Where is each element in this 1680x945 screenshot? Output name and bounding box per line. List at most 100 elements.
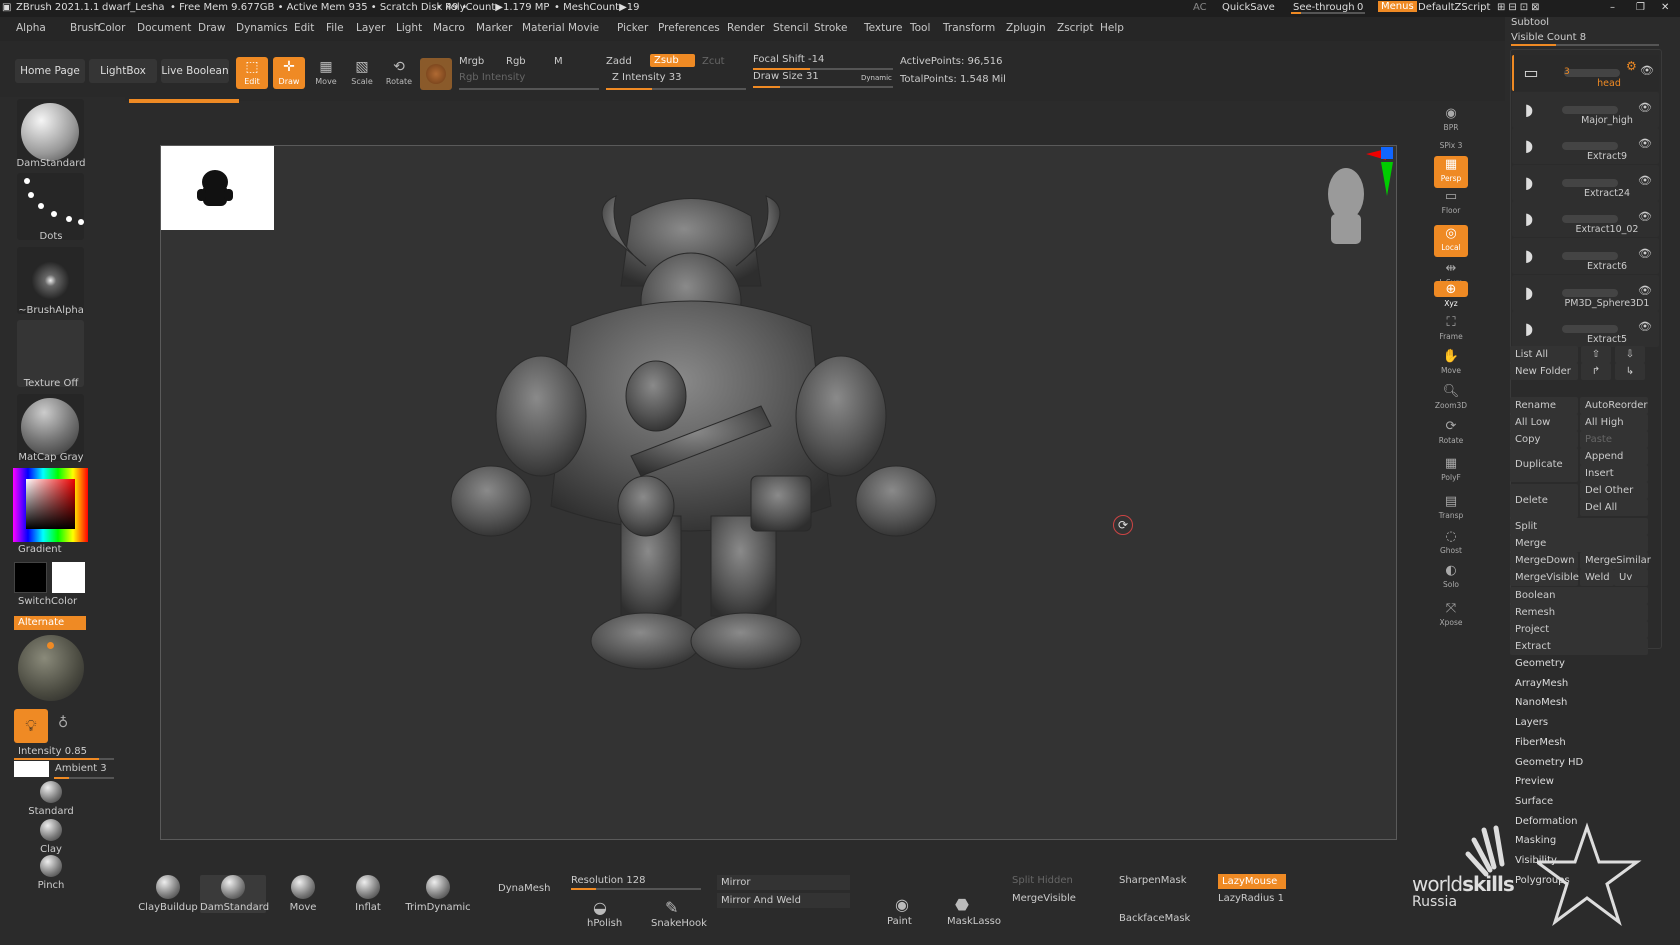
gear-icon[interactable]: ⚙	[1626, 59, 1637, 73]
shelf-frame[interactable]: ⛶ Frame	[1434, 314, 1468, 346]
focal-shift-slider[interactable]	[753, 68, 893, 70]
mergesimilar-button[interactable]: MergeSimilar	[1580, 552, 1651, 569]
draw-size-slider[interactable]	[753, 86, 893, 88]
light-pin-icon[interactable]: ♁	[58, 715, 68, 731]
eye-icon[interactable]: 👁︎	[1638, 174, 1652, 187]
material-color-icon[interactable]	[420, 58, 452, 90]
brush-pinch[interactable]: Pinch	[14, 855, 88, 891]
brush-clay[interactable]: Clay	[14, 819, 88, 855]
brush-standard[interactable]: Standard	[14, 781, 88, 817]
stroke-selector[interactable]	[17, 173, 84, 240]
secondary-color-swatch[interactable]	[14, 562, 47, 593]
light-bulb-icon[interactable]: 💡︎	[14, 709, 48, 743]
menu-preferences[interactable]: Preferences	[658, 22, 720, 34]
shelf-xyz[interactable]: ⊕ Xyz	[1434, 281, 1468, 308]
menu-stroke[interactable]: Stroke	[814, 22, 847, 34]
subtool-toggles[interactable]	[1562, 325, 1618, 334]
shelf-solo[interactable]: ◐ Solo	[1434, 562, 1468, 594]
shelf-local[interactable]: ◎ Local	[1434, 225, 1468, 257]
light-sphere[interactable]	[18, 635, 84, 701]
masklasso-button[interactable]: MaskLasso	[947, 916, 1001, 927]
menu-dynamics[interactable]: Dynamics	[236, 22, 288, 34]
dynamesh-button[interactable]: DynaMesh	[498, 883, 550, 894]
subtool-toggles[interactable]	[1562, 178, 1618, 187]
menu-alpha[interactable]: Alpha	[16, 22, 46, 34]
new-folder-button[interactable]: New Folder	[1510, 363, 1578, 380]
m-toggle[interactable]: M	[554, 56, 563, 67]
paste-button[interactable]: Paste	[1580, 431, 1648, 448]
subtool-item[interactable]: ◗ 👁︎ Extract9	[1512, 128, 1659, 165]
bottom-brush-claybuildup[interactable]: ClayBuildup	[135, 875, 201, 913]
subtool-toggles[interactable]	[1564, 69, 1620, 77]
minimize-icon[interactable]: –	[1610, 2, 1615, 13]
move-down-icon[interactable]: ⇩	[1615, 346, 1645, 363]
panel-nanomesh[interactable]: NanoMesh	[1515, 697, 1567, 708]
shelf-polyf[interactable]: ▦ PolyF	[1434, 455, 1468, 487]
subtool-item[interactable]: ◗ 👁︎ PM3D_Sphere3D1	[1512, 274, 1659, 311]
move-up-icon[interactable]: ⇧	[1581, 346, 1611, 363]
home-page-button[interactable]: Home Page	[15, 59, 85, 83]
lazyradius-label[interactable]: LazyRadius 1	[1218, 893, 1284, 904]
mergevisible-bottom-button[interactable]: MergeVisible	[1012, 893, 1076, 904]
menu-help[interactable]: Help	[1100, 22, 1124, 34]
eye-icon[interactable]: 👁︎	[1640, 64, 1654, 77]
quicksave-button[interactable]: QuickSave	[1222, 2, 1275, 13]
shelf-transp[interactable]: ▤ Transp	[1434, 493, 1468, 525]
del-all-button[interactable]: Del All	[1580, 499, 1648, 516]
panel-arraymesh[interactable]: ArrayMesh	[1515, 678, 1568, 689]
rotate-button[interactable]: ⟲ Rotate	[383, 57, 415, 89]
split-hidden-button[interactable]: Split Hidden	[1012, 875, 1073, 886]
panel-fibermesh[interactable]: FiberMesh	[1515, 737, 1566, 748]
bottom-brush-inflat[interactable]: Inflat	[335, 875, 401, 913]
script-label[interactable]: DefaultZScript	[1418, 2, 1490, 13]
edit-button[interactable]: ⬚ Edit	[236, 57, 268, 89]
subtool-toggles[interactable]	[1562, 252, 1618, 260]
mrgb-toggle[interactable]: Mrgb	[459, 56, 484, 67]
boolean-panel[interactable]: Boolean	[1510, 587, 1648, 604]
brush-selector[interactable]	[17, 99, 84, 166]
shelf-persp[interactable]: ▦ Persp	[1434, 156, 1468, 188]
eye-icon[interactable]: 👁︎	[1638, 320, 1652, 333]
rgb-intensity-slider[interactable]	[459, 88, 599, 90]
subtool-item[interactable]: ◗ 👁︎ Major_high	[1512, 91, 1659, 128]
hpolish-button[interactable]: hPolish	[587, 918, 622, 929]
autoreorder-button[interactable]: AutoReorder	[1580, 397, 1648, 414]
menu-material[interactable]: Material	[522, 22, 565, 34]
mergedown-button[interactable]: MergeDown	[1510, 552, 1578, 569]
eye-icon[interactable]: 👁︎	[1638, 210, 1652, 223]
zadd-toggle[interactable]: Zadd	[606, 56, 632, 67]
paint-button[interactable]: Paint	[887, 916, 912, 927]
menu-file[interactable]: File	[326, 22, 344, 34]
subtool-item[interactable]: ◗ 👁︎ Extract5	[1512, 311, 1659, 348]
remesh-panel[interactable]: Remesh	[1510, 604, 1648, 621]
all-high-button[interactable]: All High	[1580, 414, 1648, 431]
menu-edit[interactable]: Edit	[294, 22, 314, 34]
ambient-color-swatch[interactable]	[14, 761, 49, 777]
copy-button[interactable]: Copy	[1510, 431, 1578, 448]
ambient-slider[interactable]	[54, 777, 114, 779]
bottom-brush-move[interactable]: Move	[270, 875, 336, 913]
primary-color-swatch[interactable]	[52, 562, 85, 593]
menu-layer[interactable]: Layer	[356, 22, 385, 34]
eye-icon[interactable]: 👁︎	[1638, 137, 1652, 150]
menu-texture[interactable]: Texture	[864, 22, 902, 34]
seethrough-slider[interactable]	[1291, 12, 1365, 14]
list-all-button[interactable]: List All	[1510, 346, 1578, 363]
orientation-gizmo[interactable]	[1281, 146, 1396, 256]
menu-render[interactable]: Render	[727, 22, 764, 34]
zcut-toggle[interactable]: Zcut	[702, 56, 725, 67]
bottom-brush-damstandard[interactable]: DamStandard	[200, 875, 269, 913]
dynamic-toggle[interactable]: Dynamic	[861, 74, 892, 82]
resolution-label[interactable]: Resolution 128	[571, 875, 646, 886]
menu-color[interactable]: Color	[98, 22, 125, 34]
panel-geometry-hd[interactable]: Geometry HD	[1515, 757, 1583, 768]
eye-icon[interactable]: 👁︎	[1638, 284, 1652, 297]
shelf-ghost[interactable]: ◌ Ghost	[1434, 528, 1468, 560]
subtool-toggles[interactable]	[1562, 288, 1618, 297]
z-intensity-slider[interactable]	[606, 88, 746, 90]
menu-tool[interactable]: Tool	[910, 22, 930, 34]
subtool-toggles[interactable]	[1562, 105, 1618, 114]
mirror-and-weld-button[interactable]: Mirror And Weld	[717, 893, 850, 908]
delete-button[interactable]: Delete	[1510, 484, 1578, 518]
draw-button[interactable]: ✛ Draw	[273, 57, 305, 89]
